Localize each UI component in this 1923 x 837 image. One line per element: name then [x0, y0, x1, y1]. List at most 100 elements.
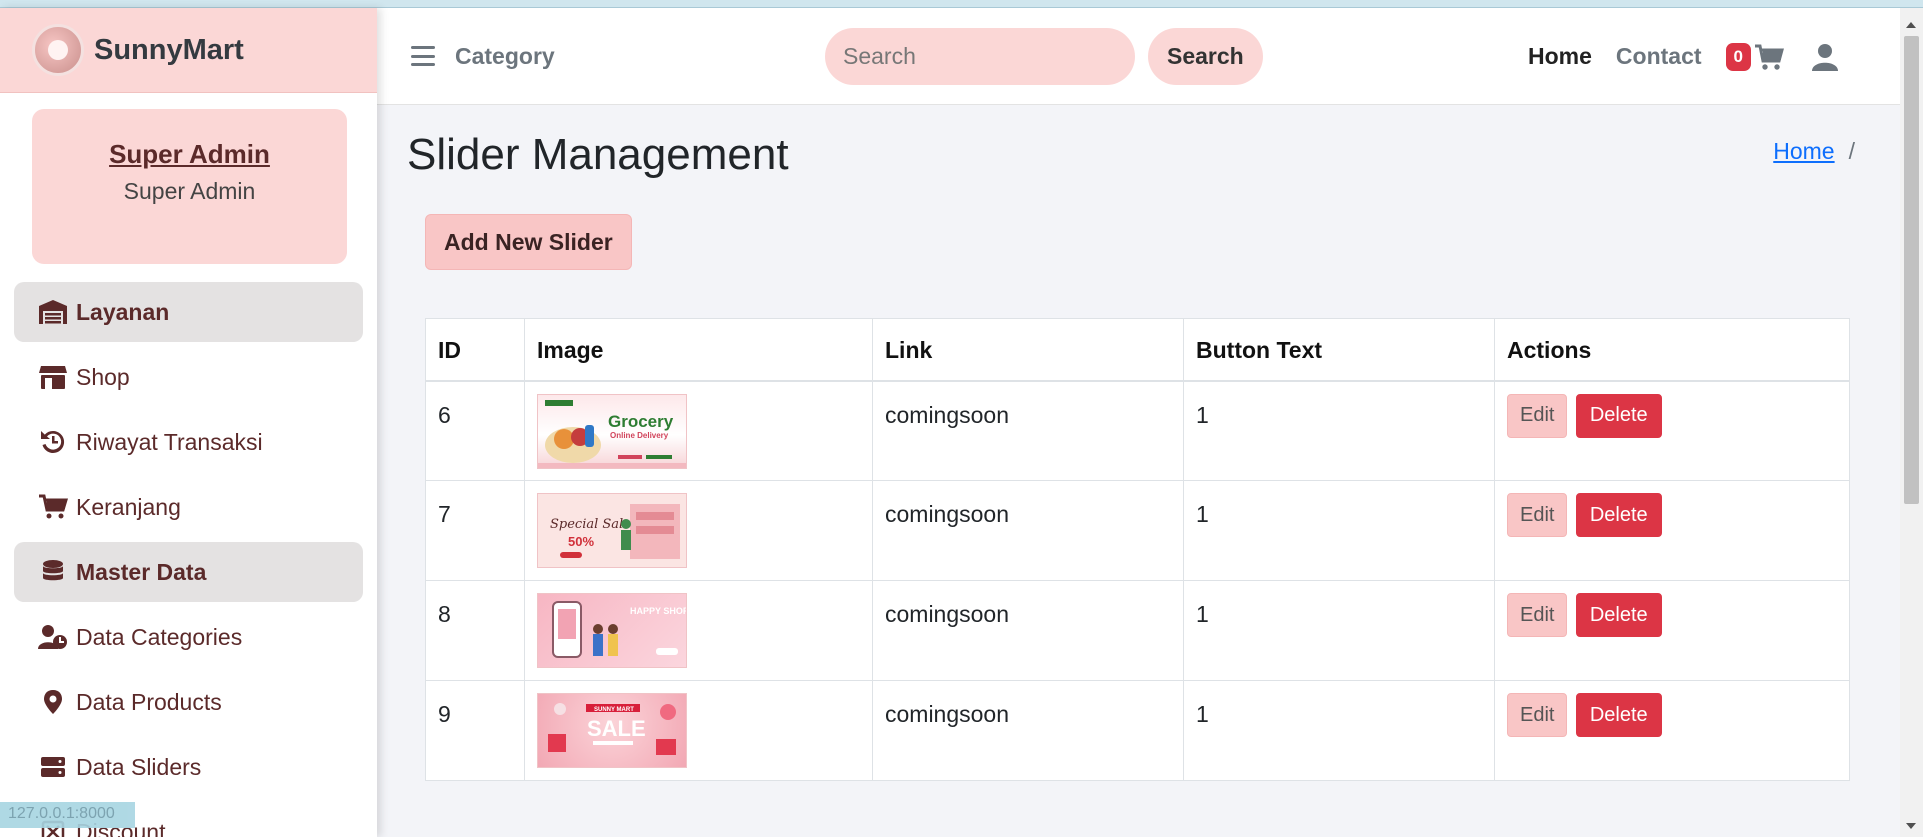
cell-id: 9	[425, 680, 525, 781]
sidebar-item-label: Layanan	[76, 298, 170, 325]
brand-logo-icon	[32, 24, 84, 76]
delete-button[interactable]: Delete	[1575, 493, 1662, 537]
grocery-banner-graphic: Grocery Online Delivery	[538, 399, 686, 468]
brand-name: SunnyMart	[94, 33, 244, 66]
sidebar-item-riwayat-transaksi[interactable]: Riwayat Transaksi	[14, 412, 363, 472]
breadcrumb: Home /	[1773, 138, 1855, 165]
sidebar-item-keranjang[interactable]: Keranjang	[14, 477, 363, 537]
slider-thumbnail-image: HAPPY SHOPPING	[537, 593, 687, 668]
search-button[interactable]: Search	[1148, 28, 1263, 85]
sidebar-item-label: Data Products	[76, 688, 222, 715]
banner-text-grocery: Grocery	[608, 412, 674, 431]
table-row: 7 Special Sale 50% comingsoon 1 Edit Del…	[425, 480, 1850, 581]
column-header-actions: Actions	[1494, 318, 1850, 382]
vertical-scrollbar[interactable]	[1900, 8, 1923, 837]
hamburger-menu-icon[interactable]	[411, 46, 435, 66]
banner-text-sale: SALE	[587, 716, 646, 741]
cell-link: comingsoon	[872, 580, 1184, 681]
edit-button[interactable]: Edit	[1507, 393, 1568, 438]
sidebar-item-data-products[interactable]: Data Products	[14, 672, 363, 732]
cart-icon	[39, 494, 68, 519]
add-new-slider-button[interactable]: Add New Slider	[425, 214, 632, 270]
slider-table: ID Image Link Button Text Actions 6 Groc…	[425, 318, 1850, 781]
search-form: Search	[825, 28, 1263, 85]
cell-link: comingsoon	[872, 380, 1184, 481]
database-icon	[43, 560, 63, 581]
home-link[interactable]: Home	[1528, 43, 1592, 70]
sidebar-nav: Layanan Shop Riwayat Transaksi Keranjang…	[0, 282, 377, 837]
sidebar-item-shop[interactable]: Shop	[14, 347, 363, 407]
user-account-icon[interactable]	[1784, 43, 1838, 71]
sidebar-item-data-categories[interactable]: Data Categories	[14, 607, 363, 667]
top-nav: Home Contact 0	[1528, 8, 1838, 105]
sale-banner-graphic: SUNNY MART SALE	[548, 703, 676, 755]
topbar: Category Search Home Contact 0	[377, 8, 1900, 105]
edit-button[interactable]: Edit	[1507, 593, 1568, 637]
browser-top-border	[0, 0, 1923, 8]
sidebar: SunnyMart Super Admin Super Admin Layana…	[0, 8, 377, 837]
cart-count-badge[interactable]: 0	[1725, 42, 1751, 71]
banner-text-sunny: SUNNY MART	[594, 707, 634, 713]
banner-text-special: Special Sale	[550, 517, 631, 532]
scroll-down-arrow-icon[interactable]	[1906, 823, 1916, 829]
delete-button[interactable]: Delete	[1575, 393, 1662, 438]
edit-button[interactable]: Edit	[1507, 693, 1568, 737]
cell-link: comingsoon	[872, 680, 1184, 781]
cell-id: 6	[425, 380, 525, 481]
store-icon	[39, 366, 67, 389]
cell-button-text: 1	[1183, 380, 1495, 481]
table-row: 6 Grocery Online Delivery comingsoon 1 E…	[425, 380, 1850, 481]
page-title: Slider Management	[407, 130, 789, 179]
cell-button-text: 1	[1183, 480, 1495, 581]
slider-thumbnail-image: Special Sale 50%	[537, 493, 687, 568]
cell-button-text: 1	[1183, 580, 1495, 681]
cell-link: comingsoon	[872, 480, 1184, 581]
category-menu[interactable]: Category	[455, 43, 555, 70]
table-header-row: ID Image Link Button Text Actions	[425, 318, 1850, 382]
sidebar-item-label: Riwayat Transaksi	[76, 428, 263, 455]
special-sale-banner-graphic: Special Sale 50%	[550, 504, 680, 559]
scrollbar-thumb[interactable]	[1904, 36, 1919, 504]
sidebar-item-label: Data Categories	[76, 623, 243, 650]
table-row: 9 SUNNY MART SALE comingsoon 1 Edit Dele…	[425, 680, 1850, 781]
slider-thumbnail-image: Grocery Online Delivery	[537, 393, 687, 469]
brand-header[interactable]: SunnyMart	[0, 8, 377, 93]
sidebar-item-label: Master Data	[76, 558, 207, 585]
user-card: Super Admin Super Admin	[32, 109, 347, 264]
user-clock-icon	[38, 625, 67, 649]
sidebar-item-label: Data Sliders	[76, 753, 202, 780]
browser-status-url: 127.0.0.1:8000	[0, 802, 135, 828]
sidebar-item-layanan[interactable]: Layanan	[14, 282, 363, 342]
happy-shopping-banner-graphic: HAPPY SHOPPING	[552, 601, 687, 658]
column-header-button-text: Button Text	[1183, 318, 1495, 382]
search-input[interactable]	[825, 28, 1135, 85]
user-name-link[interactable]: Super Admin	[32, 139, 347, 170]
user-role: Super Admin	[123, 178, 256, 204]
cell-button-text: 1	[1183, 680, 1495, 781]
breadcrumb-home-link[interactable]: Home	[1773, 138, 1834, 164]
column-header-image: Image	[524, 318, 873, 382]
cell-id: 8	[425, 580, 525, 681]
warehouse-icon	[39, 300, 67, 324]
history-icon	[41, 430, 65, 453]
map-pin-icon	[44, 690, 62, 714]
delete-button[interactable]: Delete	[1575, 693, 1662, 737]
banner-text-fifty: 50%	[568, 534, 594, 549]
banner-text-online: Online Delivery	[610, 431, 669, 440]
sidebar-item-label: Shop	[76, 363, 130, 390]
contact-link[interactable]: Contact	[1616, 43, 1702, 70]
cart-icon[interactable]	[1751, 43, 1784, 71]
sidebar-item-master-data[interactable]: Master Data	[14, 542, 363, 602]
banner-text-happy: HAPPY SHOPPING	[630, 606, 687, 616]
delete-button[interactable]: Delete	[1575, 593, 1662, 637]
table-row: 8 HAPPY SHOPPING comingsoon 1	[425, 580, 1850, 681]
cell-id: 7	[425, 480, 525, 581]
breadcrumb-separator: /	[1848, 138, 1855, 164]
edit-button[interactable]: Edit	[1507, 493, 1568, 537]
sidebar-item-data-sliders[interactable]: Data Sliders	[14, 737, 363, 797]
server-icon	[41, 757, 65, 777]
column-header-link: Link	[872, 318, 1184, 382]
slider-thumbnail-image: SUNNY MART SALE	[537, 693, 687, 768]
scroll-up-arrow-icon[interactable]	[1906, 22, 1916, 28]
sidebar-item-label: Keranjang	[76, 493, 181, 520]
